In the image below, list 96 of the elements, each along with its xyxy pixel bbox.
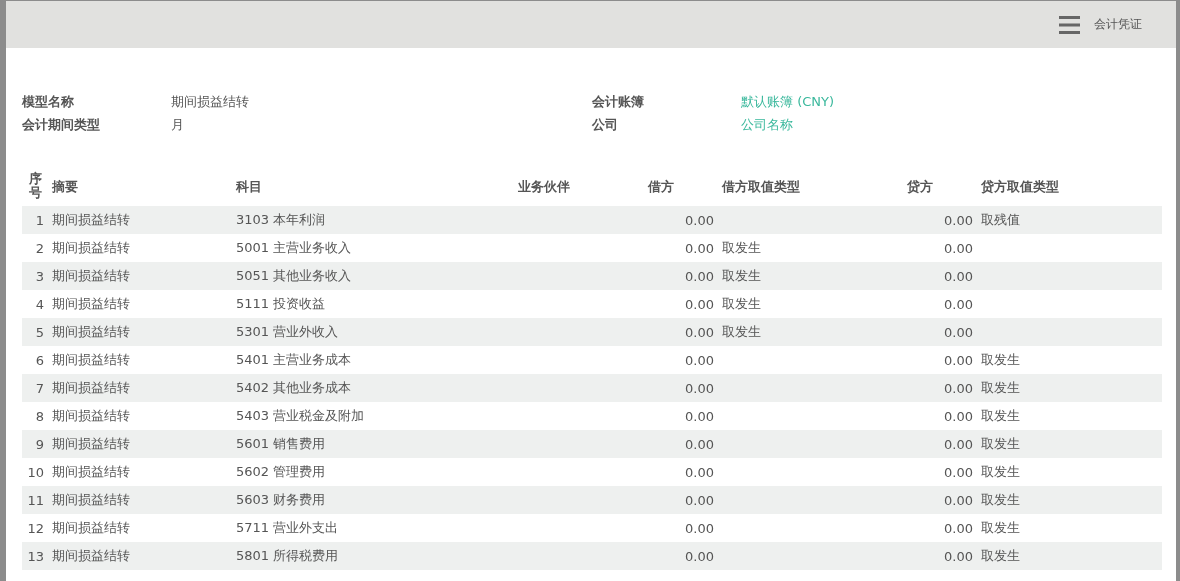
- field-link[interactable]: 公司名称: [741, 116, 1164, 134]
- table-cell: 取发生: [981, 548, 1020, 563]
- table-cell: 5603 财务费用: [236, 492, 326, 507]
- table-cell: 5402 其他业务成本: [236, 380, 352, 395]
- table-cell: 0.00: [944, 492, 973, 508]
- table-cell: 0.00: [685, 408, 714, 424]
- column-header: 摘要: [52, 178, 78, 194]
- table-cell: 取发生: [722, 296, 761, 311]
- column-header: 贷方取值类型: [981, 178, 1059, 194]
- table-cell: 期间损益结转: [52, 464, 130, 479]
- table-cell: 0.00: [685, 436, 714, 452]
- table-cell: 5051 其他业务收入: [236, 268, 352, 283]
- table-cell: 5403 营业税金及附加: [236, 408, 365, 423]
- table-cell: 取发生: [722, 324, 761, 339]
- table-cell: 0.00: [685, 324, 714, 340]
- table-cell: 4: [35, 296, 44, 312]
- table-cell: 0.00: [685, 492, 714, 508]
- table-cell: 10: [27, 464, 44, 480]
- table-cell: 取发生: [981, 408, 1020, 423]
- field-link[interactable]: 默认账簿 (CNY): [741, 93, 1164, 111]
- table-cell: 5602 管理费用: [236, 464, 326, 479]
- table-cell: 0.00: [944, 296, 973, 312]
- table-cell: 0.00: [944, 548, 973, 564]
- table-cell: 期间损益结转: [52, 240, 130, 255]
- table-cell: 期间损益结转: [52, 324, 130, 339]
- table-cell: 取发生: [981, 380, 1020, 395]
- table-cell: 0.00: [685, 548, 714, 564]
- table-cell: 0.00: [944, 464, 973, 480]
- table-cell: 期间损益结转: [52, 212, 130, 227]
- table-cell: 5711 营业外支出: [236, 520, 339, 535]
- table-cell: 5: [35, 324, 44, 340]
- field-label: 会计期间类型: [22, 116, 101, 134]
- table-cell: 7: [35, 380, 44, 396]
- table-cell: 0.00: [944, 240, 973, 256]
- table-cell: 8: [35, 408, 44, 424]
- column-header: 科目: [236, 178, 262, 194]
- table-cell: 0.00: [944, 436, 973, 452]
- table-cell: 取残值: [981, 212, 1020, 227]
- table-cell: 5111 投资收益: [236, 296, 326, 311]
- table-cell: 5001 主营业务收入: [236, 240, 352, 255]
- table-cell: 0.00: [685, 380, 714, 396]
- table-cell: 取发生: [981, 492, 1020, 507]
- table-cell: 期间损益结转: [52, 268, 130, 283]
- table-cell: 期间损益结转: [52, 352, 130, 367]
- table-cell: 期间损益结转: [52, 492, 130, 507]
- table-cell: 期间损益结转: [52, 436, 130, 451]
- column-header: 业务伙伴: [518, 178, 570, 194]
- table-cell: 期间损益结转: [52, 380, 130, 395]
- table-cell: 6: [35, 352, 44, 368]
- table-cell: 0.00: [944, 520, 973, 536]
- table-cell: 0.00: [685, 352, 714, 368]
- table-cell: 0.00: [685, 212, 714, 228]
- table-cell: 5601 销售费用: [236, 436, 326, 451]
- table-cell: 0.00: [685, 268, 714, 284]
- table-cell: 0.00: [685, 520, 714, 536]
- table-cell: 3: [35, 268, 44, 284]
- table-cell: 11: [27, 492, 44, 508]
- column-header: 序号: [28, 170, 42, 200]
- column-header: 借方: [648, 178, 674, 194]
- table-cell: 0.00: [944, 268, 973, 284]
- table-cell: 取发生: [981, 520, 1020, 535]
- table-cell: 0.00: [944, 212, 973, 228]
- table-cell: 2: [35, 240, 44, 256]
- table-cell: 9: [35, 436, 44, 452]
- field-label: 公司: [592, 116, 619, 134]
- table-cell: 取发生: [981, 464, 1020, 479]
- menu-icon[interactable]: [1059, 15, 1080, 34]
- table-cell: 5801 所得税费用: [236, 548, 339, 563]
- table-cell: 0.00: [685, 240, 714, 256]
- column-header: 借方取值类型: [722, 178, 800, 194]
- table-cell: 5301 营业外收入: [236, 324, 339, 339]
- table-cell: 0.00: [944, 380, 973, 396]
- table-cell: 13: [27, 548, 44, 564]
- table-cell: 0.00: [685, 296, 714, 312]
- page-title: 会计凭证: [1094, 16, 1142, 33]
- table-cell: 0.00: [685, 464, 714, 480]
- table-cell: 1: [35, 212, 44, 228]
- table-cell: 取发生: [722, 268, 761, 283]
- table-cell: 取发生: [722, 240, 761, 255]
- field-value: 月: [171, 116, 185, 134]
- table-cell: 期间损益结转: [52, 408, 130, 423]
- table-cell: 12: [27, 520, 44, 536]
- table-cell: 期间损益结转: [52, 296, 130, 311]
- table-cell: 期间损益结转: [52, 520, 130, 535]
- column-header: 贷方: [907, 178, 933, 194]
- field-label: 会计账簿: [592, 93, 645, 111]
- table-cell: 3103 本年利润: [236, 212, 326, 227]
- table-cell: 0.00: [944, 324, 973, 340]
- table-cell: 5401 主营业务成本: [236, 352, 352, 367]
- table-cell: 0.00: [944, 408, 973, 424]
- table-cell: 期间损益结转: [52, 548, 130, 563]
- table-cell: 取发生: [981, 352, 1020, 367]
- field-label: 模型名称: [22, 93, 75, 111]
- table-cell: 0.00: [944, 352, 973, 368]
- table-cell: 取发生: [981, 436, 1020, 451]
- field-value: 期间损益结转: [171, 93, 250, 111]
